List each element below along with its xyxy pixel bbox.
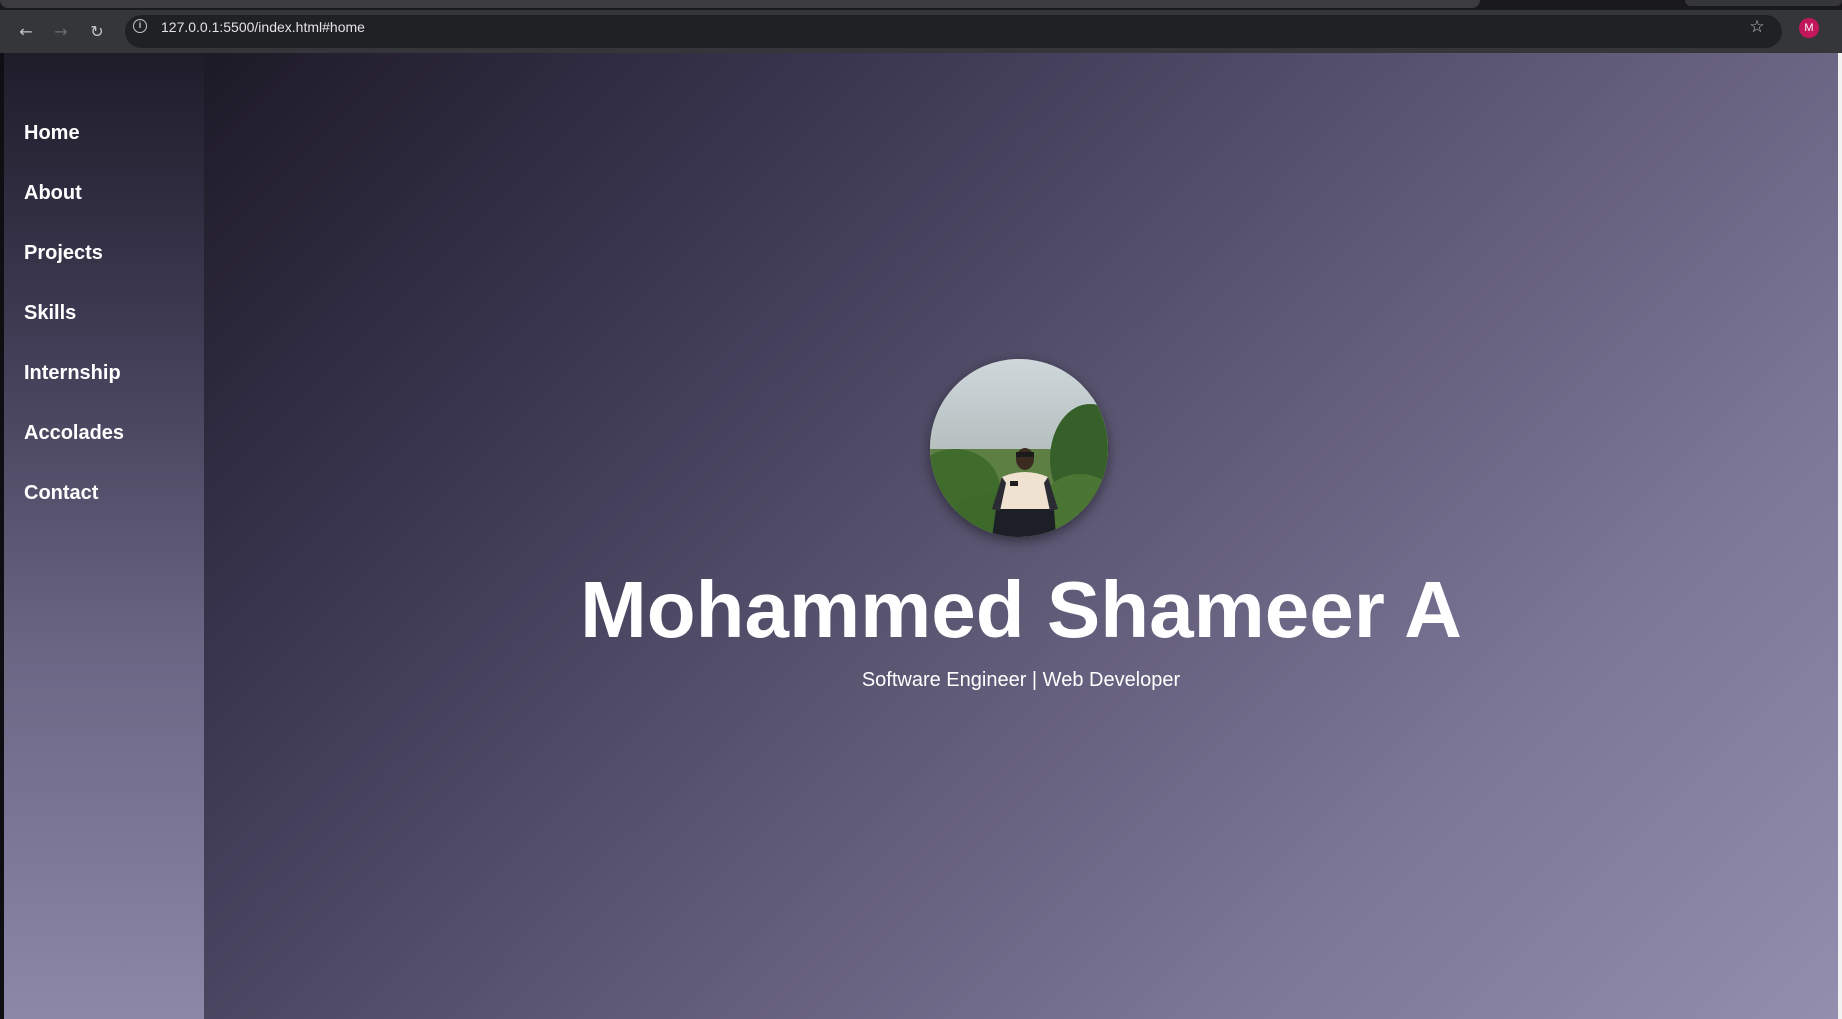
profile-photo (930, 359, 1108, 537)
url-text[interactable]: 127.0.0.1:5500/index.html#home (161, 19, 365, 35)
site-info-icon[interactable]: i (133, 19, 147, 33)
sidebar-item-about[interactable]: About (24, 163, 124, 223)
sidebar-item-skills[interactable]: Skills (24, 283, 124, 343)
hero-section: Mohammed Shameer A Software Engineer | W… (204, 53, 1838, 1019)
sidebar-item-internship[interactable]: Internship (24, 343, 124, 403)
browser-tab-secondary[interactable] (1685, 0, 1842, 6)
browser-chrome: ← → ↻ i 127.0.0.1:5500/index.html#home ☆… (0, 0, 1842, 53)
page-viewport: Home About Projects Skills Internship Ac… (0, 53, 1842, 1019)
sidebar-menu: Home About Projects Skills Internship Ac… (24, 103, 124, 523)
browser-tab[interactable] (0, 0, 1480, 8)
sidebar-item-contact[interactable]: Contact (24, 463, 124, 523)
scrollbar-edge[interactable] (1838, 53, 1842, 1019)
hero-subtitle: Software Engineer | Web Developer (861, 669, 1181, 691)
forward-icon[interactable]: → (51, 22, 71, 42)
back-icon[interactable]: ← (16, 22, 36, 42)
bookmark-star-icon[interactable]: ☆ (1747, 17, 1767, 37)
hero-name: Mohammed Shameer A (580, 565, 1462, 654)
profile-photo-image (930, 359, 1108, 537)
profile-avatar[interactable]: M (1799, 18, 1819, 38)
sidebar-nav: Home About Projects Skills Internship Ac… (4, 53, 204, 1019)
tab-strip (0, 0, 1842, 10)
sidebar-item-projects[interactable]: Projects (24, 223, 124, 283)
sidebar-item-accolades[interactable]: Accolades (24, 403, 124, 463)
sidebar-item-home[interactable]: Home (24, 103, 124, 163)
reload-icon[interactable]: ↻ (87, 22, 107, 42)
address-bar[interactable] (125, 15, 1782, 48)
